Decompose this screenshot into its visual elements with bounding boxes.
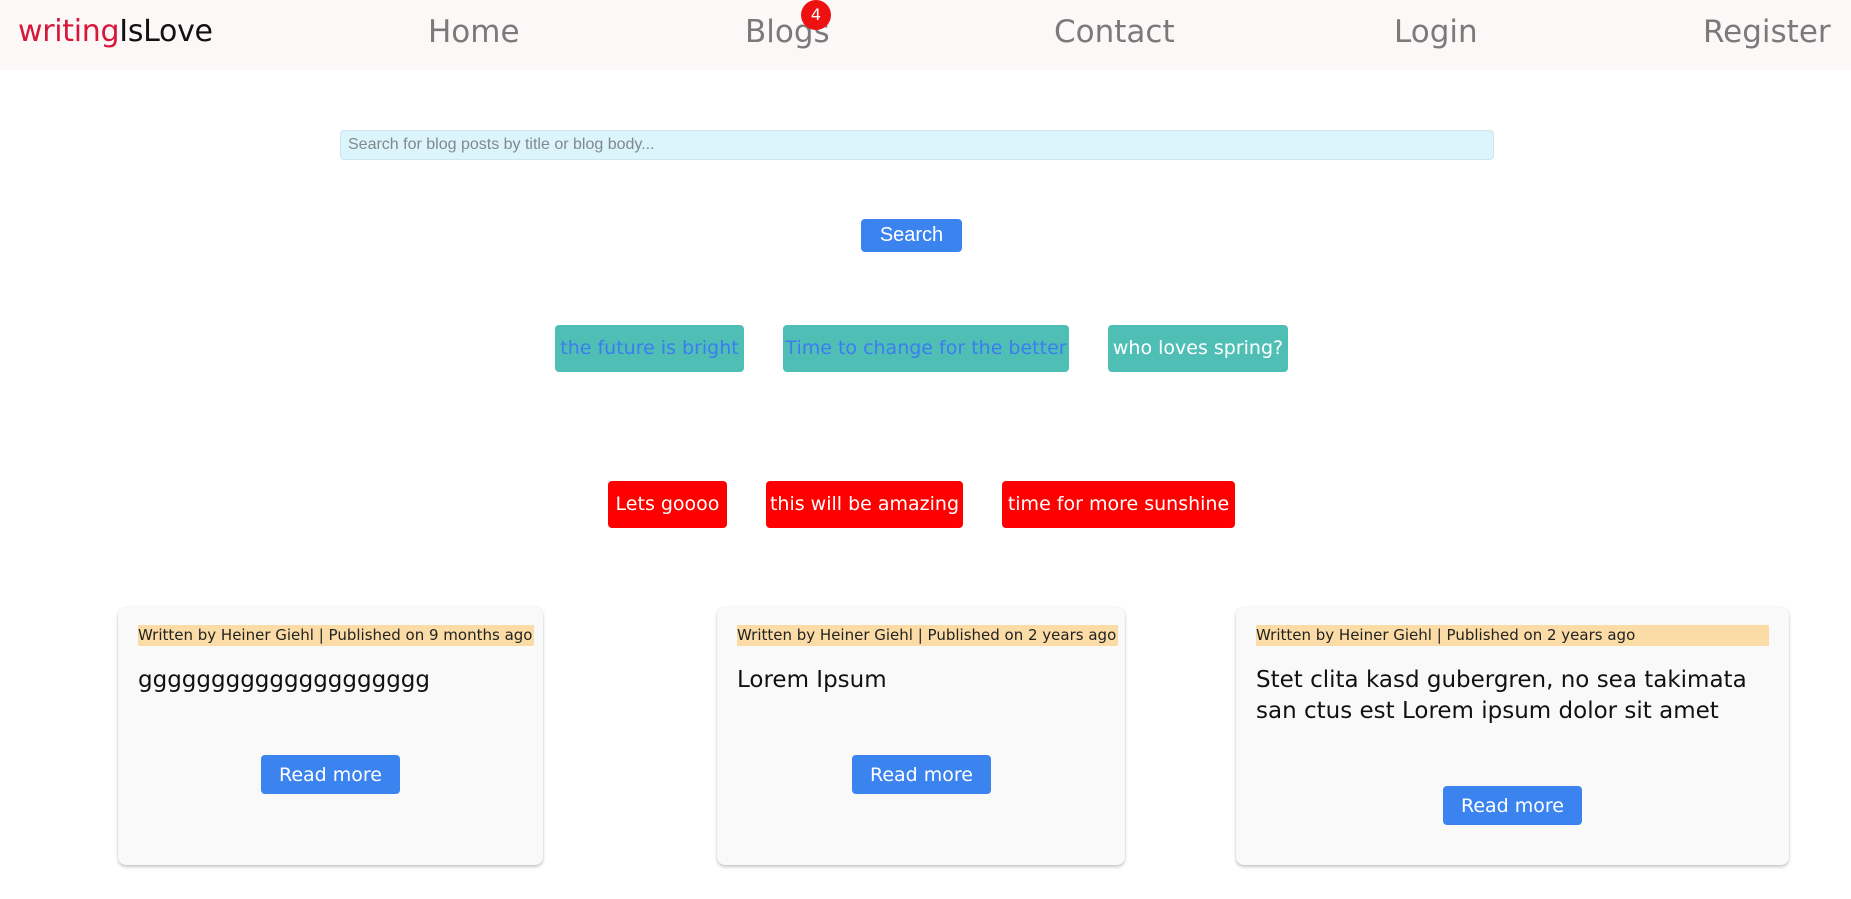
brand-logo-part1: writing — [18, 14, 120, 49]
post-title: Stet clita kasd gubergren, no sea takima… — [1256, 667, 1747, 724]
post-title: gggggggggggggggggggg — [138, 667, 430, 693]
nav-link-contact[interactable]: Contact — [1054, 12, 1175, 52]
blog-post-card: Written by Heiner Giehl | Published on 2… — [717, 607, 1125, 865]
tag-button-red[interactable]: this will be amazing — [766, 481, 963, 528]
tag-label: the future is bright — [560, 337, 739, 359]
post-meta: Written by Heiner Giehl | Published on 9… — [138, 625, 535, 646]
search-button[interactable]: Search — [861, 219, 962, 252]
tag-label: time for more sunshine — [1007, 493, 1230, 515]
brand-logo[interactable]: writingIsLove — [18, 12, 213, 52]
tag-label: Lets goooo — [615, 493, 720, 515]
post-meta: Written by Heiner Giehl | Published on 2… — [737, 625, 1119, 646]
read-more-button[interactable]: Read more — [261, 755, 400, 794]
nav-link-home[interactable]: Home — [428, 12, 520, 52]
search-input[interactable] — [340, 130, 1494, 160]
read-more-button[interactable]: Read more — [852, 755, 991, 794]
nav-link-login[interactable]: Login — [1394, 12, 1478, 52]
tag-button-red[interactable]: time for more sunshine — [1002, 481, 1235, 528]
tag-button[interactable]: the future is bright — [555, 325, 744, 372]
blog-post-card: Written by Heiner Giehl | Published on 2… — [1236, 607, 1789, 865]
brand-logo-part2: IsLove — [119, 14, 213, 49]
read-more-button[interactable]: Read more — [1443, 786, 1582, 825]
tag-label: who loves spring? — [1112, 337, 1284, 359]
blogs-count-badge: 4 — [801, 0, 831, 30]
post-meta: Written by Heiner Giehl | Published on 2… — [1256, 625, 1769, 646]
tag-label: Time to change for the better — [785, 337, 1067, 359]
tag-button-red[interactable]: Lets goooo — [608, 481, 727, 528]
blog-post-card: Written by Heiner Giehl | Published on 9… — [118, 607, 543, 865]
nav-link-register[interactable]: Register — [1703, 12, 1831, 52]
tag-label: this will be amazing — [769, 493, 960, 515]
post-title: Lorem Ipsum — [737, 667, 887, 693]
tag-button[interactable]: who loves spring? — [1108, 325, 1288, 372]
tag-button[interactable]: Time to change for the better — [783, 325, 1069, 372]
top-navbar: writingIsLove Home Blogs 4 Contact Login… — [0, 0, 1851, 70]
